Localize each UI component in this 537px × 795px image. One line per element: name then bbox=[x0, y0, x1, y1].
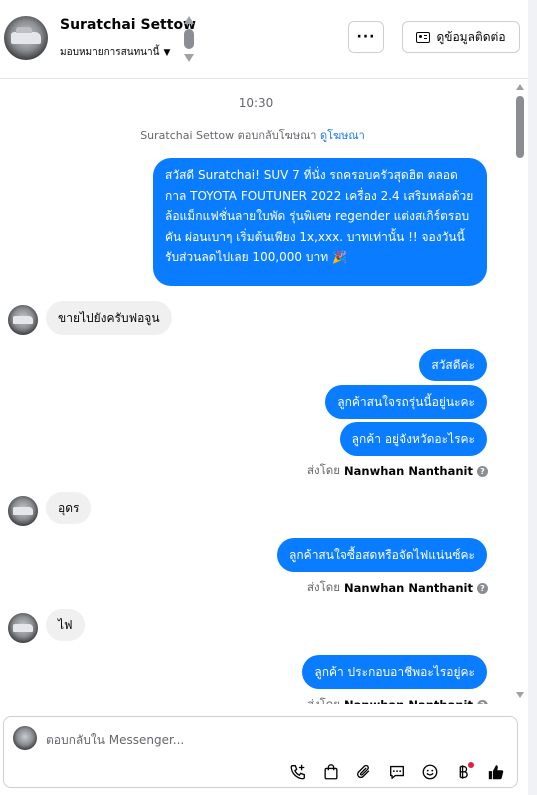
chevron-up-icon[interactable] bbox=[184, 16, 194, 24]
phone-plus-icon[interactable] bbox=[287, 761, 309, 783]
scroll-up-icon[interactable] bbox=[516, 84, 524, 90]
scroll-down-icon[interactable] bbox=[516, 692, 524, 698]
view-ad-link[interactable]: ดูโฆษณา bbox=[320, 129, 365, 142]
message-incoming[interactable]: ขายไปยังครับฟอจูน bbox=[46, 301, 172, 335]
message-outgoing[interactable]: ลูกค้าสนใจรถรุ่นนี้อยู่นะคะ bbox=[325, 385, 487, 419]
page-avatar bbox=[13, 726, 37, 750]
sent-by-label: ส่งโดย Nanwhan Nanthanit ? bbox=[307, 696, 488, 704]
message-outgoing[interactable]: สวัสดีค่ะ bbox=[419, 349, 487, 381]
assign-label: มอบหมายการสนทนานี้ bbox=[60, 47, 160, 58]
message-outgoing[interactable]: สวัสดี Suratchai! SUV 7 ที่นั่ง รถครอบคร… bbox=[153, 158, 487, 286]
sent-by-label: ส่งโดย Nanwhan Nanthanit ? bbox=[307, 579, 488, 597]
assign-conversation-dropdown[interactable]: มอบหมายการสนทนานี้ ▼ bbox=[60, 45, 170, 60]
shopping-bag-icon[interactable] bbox=[320, 761, 342, 783]
message-thread: 10:30 Suratchai Settow ตอบกลับโฆษณา ดูโฆ… bbox=[0, 80, 512, 704]
message-incoming[interactable]: ไฟ bbox=[46, 609, 85, 641]
message-outgoing[interactable]: ลูกค้า ประกอบอาชีพอะไรอยู่คะ bbox=[302, 655, 487, 689]
caret-down-icon: ▼ bbox=[163, 47, 171, 58]
composer-toolbar bbox=[287, 761, 507, 783]
reply-input[interactable] bbox=[46, 729, 486, 751]
switcher-handle[interactable] bbox=[184, 29, 194, 49]
contact-name[interactable]: Suratchai Settow bbox=[60, 17, 196, 33]
help-icon[interactable]: ? bbox=[477, 465, 488, 477]
thread-scrollbar[interactable] bbox=[514, 84, 526, 706]
paperclip-icon[interactable] bbox=[353, 761, 375, 783]
help-icon[interactable]: ? bbox=[477, 582, 488, 594]
message-outgoing[interactable]: ลูกค้า อยู่จังหวัดอะไรคะ bbox=[339, 422, 487, 456]
help-icon[interactable]: ? bbox=[477, 699, 488, 704]
sender-name: Nanwhan Nanthanit bbox=[344, 464, 473, 478]
sender-name: Nanwhan Nanthanit bbox=[344, 698, 473, 704]
message-incoming[interactable]: อุดร bbox=[46, 492, 92, 524]
right-gutter bbox=[528, 0, 537, 795]
contact-avatar-small bbox=[8, 496, 38, 526]
contact-avatar-small bbox=[8, 613, 38, 643]
view-contact-label: ดูข้อมูลติดต่อ bbox=[436, 29, 506, 44]
sent-by-label: ส่งโดย Nanwhan Nanthanit ? bbox=[307, 462, 488, 480]
timestamp: 10:30 bbox=[238, 96, 274, 110]
message-composer bbox=[3, 716, 518, 788]
contact-avatar[interactable] bbox=[4, 16, 48, 60]
contact-card-icon bbox=[416, 31, 431, 43]
sender-name: Nanwhan Nanthanit bbox=[344, 581, 473, 595]
conversation-switcher[interactable] bbox=[183, 16, 195, 62]
view-contact-button[interactable]: ดูข้อมูลติดต่อ bbox=[402, 21, 520, 53]
contact-avatar-small bbox=[8, 305, 38, 335]
emoji-icon[interactable] bbox=[419, 761, 441, 783]
ad-reply-notice: Suratchai Settow ตอบกลับโฆษณา ดูโฆษณา bbox=[140, 129, 365, 142]
conversation-header: Suratchai Settow มอบหมายการสนทนานี้ ▼ ··… bbox=[0, 0, 528, 79]
like-icon[interactable] bbox=[485, 761, 507, 783]
scroll-thumb[interactable] bbox=[516, 96, 524, 158]
chevron-down-icon[interactable] bbox=[184, 54, 194, 62]
more-options-button[interactable]: ··· bbox=[348, 21, 384, 53]
saved-reply-icon[interactable] bbox=[386, 761, 408, 783]
notification-dot bbox=[468, 762, 474, 768]
baht-payment-icon[interactable] bbox=[452, 761, 474, 783]
message-outgoing[interactable]: ลูกค้าสนใจซื้อสดหรือจัดไฟแน่นซ์คะ bbox=[277, 538, 487, 572]
